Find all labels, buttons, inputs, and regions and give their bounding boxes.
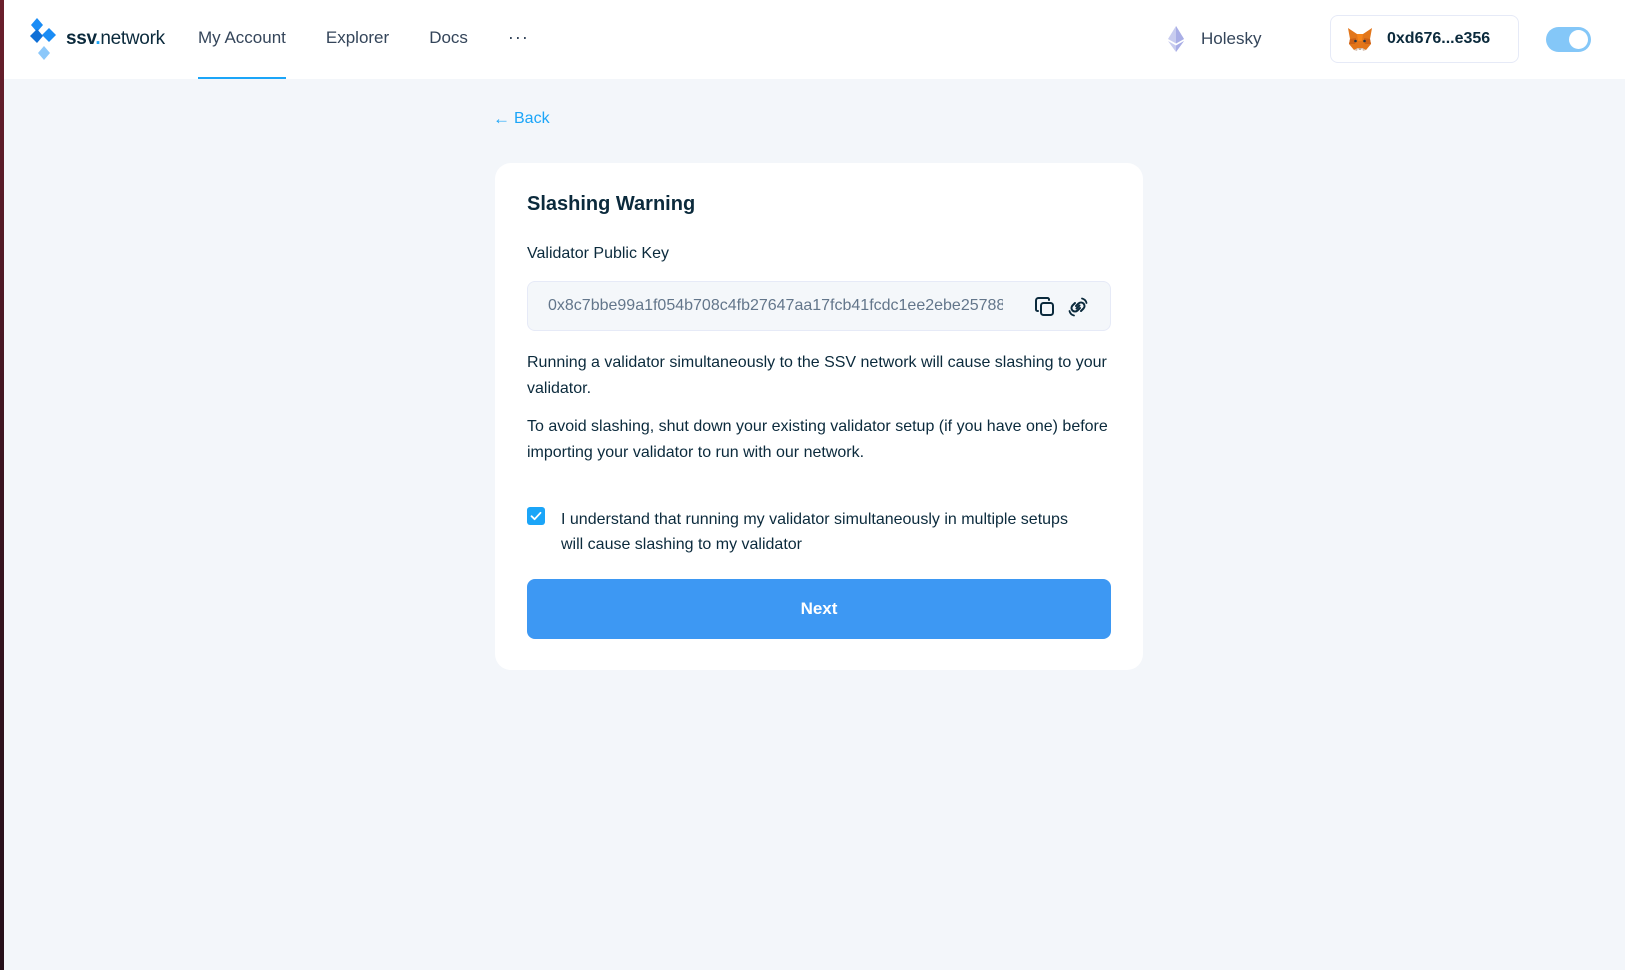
link-icon[interactable] [1066, 295, 1090, 319]
wallet-button[interactable]: 0xd676...e356 [1330, 15, 1519, 63]
public-key-value[interactable]: 0x8c7bbe99a1f054b708c4fb27647aa17fcb41fc… [548, 297, 1003, 315]
slashing-warning-card: Slashing Warning Validator Public Key 0x… [495, 163, 1143, 670]
ssv-logo-icon [30, 18, 56, 60]
network-label: Holesky [1201, 29, 1262, 48]
main-nav: My Account Explorer Docs ··· [198, 0, 569, 79]
theme-toggle[interactable] [1546, 27, 1591, 52]
public-key-field: 0x8c7bbe99a1f054b708c4fb27647aa17fcb41fc… [527, 281, 1111, 331]
card-title: Slashing Warning [527, 193, 696, 215]
back-link[interactable]: ← Back [493, 107, 550, 131]
back-label: Back [514, 110, 550, 127]
warning-text-1: Running a validator simultaneously to th… [527, 354, 1107, 397]
nav-explorer[interactable]: Explorer [326, 0, 389, 79]
brand-name: ssv.network [66, 28, 165, 49]
metamask-fox-icon [1348, 28, 1372, 51]
nav-more-menu[interactable]: ··· [508, 0, 529, 79]
nav-docs[interactable]: Docs [429, 0, 468, 79]
nav-my-account[interactable]: My Account [198, 0, 286, 79]
ssv-logo[interactable]: ssv.network [28, 18, 165, 60]
wallet-address: 0xd676...e356 [1387, 30, 1491, 47]
public-key-label: Validator Public Key [527, 245, 669, 262]
checkmark-icon [530, 511, 542, 521]
next-button[interactable]: Next [527, 579, 1111, 639]
toggle-knob [1569, 30, 1588, 49]
window-edge [0, 0, 4, 970]
understand-checkbox[interactable] [527, 507, 545, 525]
ethereum-icon [1168, 26, 1184, 52]
top-header: ssv.network My Account Explorer Docs ···… [4, 0, 1625, 79]
warning-text-2: To avoid slashing, shut down your existi… [527, 418, 1108, 461]
arrow-left-icon: ← [493, 109, 510, 128]
network-selector[interactable]: Holesky [1167, 24, 1261, 54]
understand-checkbox-label[interactable]: I understand that running my validator s… [561, 507, 1081, 557]
copy-icon[interactable] [1034, 296, 1056, 318]
